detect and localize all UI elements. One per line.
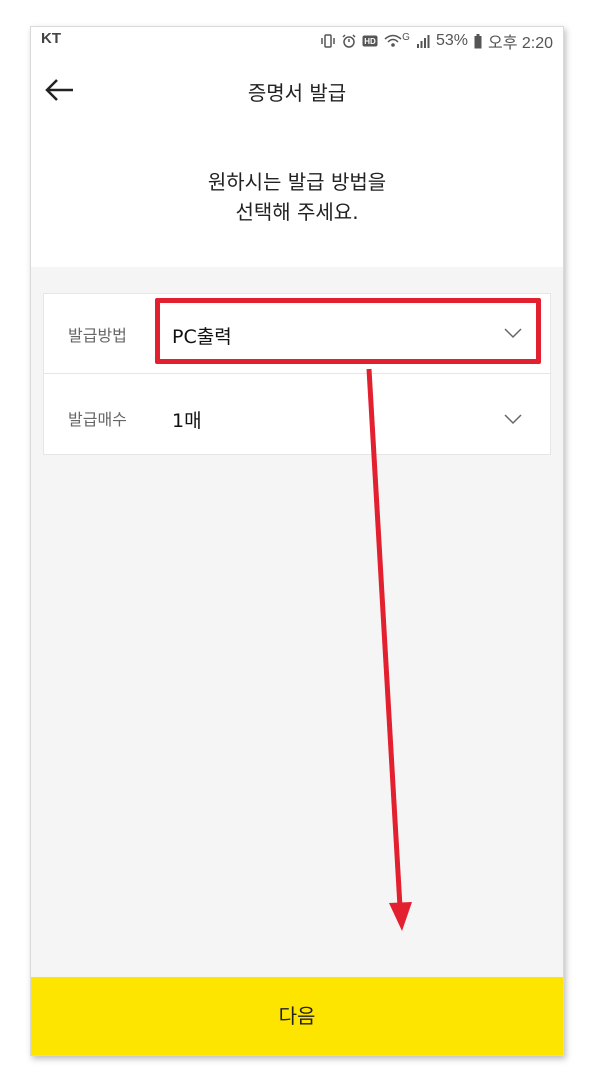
battery-icon <box>474 33 482 49</box>
app-bar: 증명서 발급 <box>31 53 563 125</box>
intro-line-2: 선택해 주세요. <box>235 200 359 224</box>
carrier-label: KT <box>41 30 61 47</box>
network-type-label: G <box>402 31 410 43</box>
intro-line-1: 원하시는 발급 방법을 <box>207 170 387 194</box>
intro-section: 원하시는 발급 방법을 선택해 주세요. <box>31 125 563 267</box>
alarm-icon <box>342 34 356 48</box>
status-icons: HD G 53% 오후 2:20 <box>320 29 553 53</box>
signal-icon <box>416 34 430 48</box>
phone-screen: KT HD G 53% 오후 2:20 증명서 발급 원하시는 발급 방법을 선… <box>30 26 564 1056</box>
clock: 오후 2:20 <box>487 35 553 52</box>
hd-icon: HD <box>362 35 378 47</box>
wifi-icon <box>384 34 402 48</box>
copy-count-select[interactable]: 발급매수 1매 <box>44 374 550 453</box>
vibrate-icon <box>320 34 336 48</box>
copy-count-value: 1매 <box>172 410 202 432</box>
page-title: 증명서 발급 <box>247 81 347 105</box>
issue-method-label: 발급방법 <box>68 326 127 345</box>
copy-count-label: 발급매수 <box>68 410 127 429</box>
chevron-down-icon <box>504 410 522 428</box>
next-button[interactable]: 다음 <box>31 977 563 1055</box>
svg-text:HD: HD <box>364 37 376 46</box>
status-bar: KT HD G 53% 오후 2:20 <box>31 27 563 53</box>
annotation-highlight-box <box>155 298 541 364</box>
battery-percent: 53% <box>435 32 468 49</box>
